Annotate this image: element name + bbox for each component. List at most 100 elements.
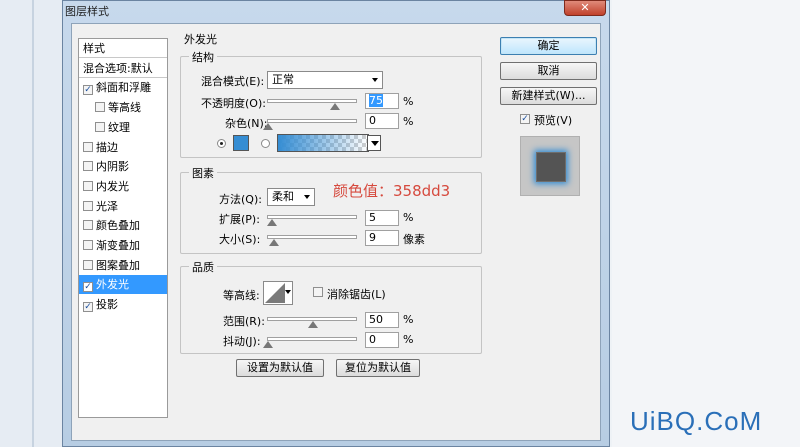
style-checkbox[interactable]: [83, 180, 93, 191]
jitter-slider-thumb[interactable]: [263, 341, 273, 348]
styles-list-item[interactable]: 描边: [79, 138, 167, 157]
noise-slider-thumb[interactable]: [263, 123, 273, 130]
style-label: 内发光: [96, 179, 129, 193]
dialog-client-area: 样式混合选项:默认斜面和浮雕等高线纹理描边内阴影内发光光泽颜色叠加渐变叠加图案叠…: [71, 23, 601, 441]
style-label: 描边: [96, 140, 118, 154]
noise-unit: %: [403, 115, 414, 128]
range-input[interactable]: 50: [365, 312, 399, 328]
opacity-input[interactable]: 75: [365, 93, 399, 109]
jitter-input[interactable]: 0: [365, 332, 399, 348]
style-checkbox[interactable]: [83, 240, 93, 250]
opacity-slider-thumb[interactable]: [330, 103, 340, 110]
make-default-button[interactable]: 设置为默认值: [236, 359, 324, 377]
technique-select[interactable]: 柔和: [267, 188, 315, 206]
gradient-dropdown-button[interactable]: [367, 135, 381, 151]
antialias-checkbox[interactable]: [313, 287, 323, 297]
background-right: [612, 0, 800, 447]
spread-label: 扩展(P):: [219, 213, 260, 226]
styles-list-item[interactable]: 斜面和浮雕: [79, 78, 167, 97]
style-checkbox[interactable]: [83, 161, 93, 172]
styles-list-item[interactable]: 图案叠加: [79, 256, 167, 275]
styles-list-item[interactable]: 内阴影: [79, 157, 167, 176]
solid-color-radio[interactable]: [217, 139, 226, 148]
styles-list-item[interactable]: 内发光: [79, 177, 167, 196]
style-checkbox[interactable]: [95, 121, 105, 132]
background-left: [0, 0, 62, 447]
style-label: 混合选项:默认: [83, 61, 153, 75]
gradient-picker[interactable]: [277, 134, 369, 152]
style-checkbox[interactable]: [95, 102, 105, 113]
style-checkbox[interactable]: [83, 302, 93, 313]
styles-list-item[interactable]: 等高线: [79, 98, 167, 117]
styles-list-item[interactable]: 颜色叠加: [79, 216, 167, 235]
style-label: 光泽: [96, 199, 118, 213]
style-checkbox[interactable]: [83, 220, 93, 231]
size-value: 9: [369, 231, 376, 244]
jitter-unit: %: [403, 333, 414, 346]
range-slider[interactable]: [267, 317, 357, 328]
styles-list-item[interactable]: 渐变叠加: [79, 236, 167, 255]
styles-list-item[interactable]: 投影: [79, 295, 167, 314]
spread-slider[interactable]: [267, 215, 357, 226]
range-unit: %: [403, 313, 414, 326]
structure-group: 结构 混合模式(E): 正常 不透明度(O): 75 % 杂色(N): 0 %: [180, 49, 482, 158]
size-slider[interactable]: [267, 235, 357, 246]
contour-picker[interactable]: [263, 281, 293, 305]
technique-label: 方法(Q):: [219, 193, 262, 206]
noise-input[interactable]: 0: [365, 113, 399, 129]
quality-title: 品质: [189, 259, 217, 275]
reset-default-button[interactable]: 复位为默认值: [336, 359, 420, 377]
size-unit: 像素: [403, 233, 425, 246]
spread-input[interactable]: 5: [365, 210, 399, 226]
style-label: 渐变叠加: [96, 239, 140, 252]
ok-button[interactable]: 确定: [500, 37, 597, 55]
style-preview: [520, 136, 580, 196]
technique-value: 柔和: [272, 190, 294, 203]
style-label: 内阴影: [96, 160, 129, 174]
styles-list-item[interactable]: 混合选项:默认: [79, 59, 167, 78]
blend-mode-value: 正常: [272, 73, 294, 86]
close-button[interactable]: ✕: [564, 0, 606, 16]
blend-mode-select[interactable]: 正常: [267, 71, 383, 89]
glow-color-swatch[interactable]: [233, 135, 249, 151]
styles-list-item[interactable]: 纹理: [79, 118, 167, 137]
opacity-value: 75: [369, 94, 383, 107]
style-label: 图案叠加: [96, 258, 140, 272]
spread-slider-thumb[interactable]: [267, 219, 277, 226]
dialog-title: 图层样式: [65, 5, 109, 18]
style-label: 外发光: [96, 278, 129, 292]
opacity-slider[interactable]: [267, 99, 357, 110]
style-checkbox[interactable]: [83, 282, 93, 293]
preview-label: 预览(V): [534, 114, 573, 127]
elements-group: 图素 方法(Q): 柔和 颜色值：358dd3 扩展(P): 5 % 大小(S)…: [180, 165, 482, 254]
cancel-button[interactable]: 取消: [500, 62, 597, 80]
jitter-value: 0: [369, 333, 376, 346]
structure-title: 结构: [189, 49, 217, 65]
blend-mode-label: 混合模式(E):: [201, 75, 265, 88]
close-icon: ✕: [580, 1, 590, 14]
size-input[interactable]: 9: [365, 230, 399, 246]
style-checkbox[interactable]: [83, 200, 93, 211]
title-bar: 图层样式 ✕: [63, 0, 609, 23]
jitter-slider[interactable]: [263, 337, 357, 348]
range-slider-thumb[interactable]: [308, 321, 318, 328]
noise-slider[interactable]: [263, 119, 357, 130]
size-slider-thumb[interactable]: [269, 239, 279, 246]
preview-checkbox[interactable]: [520, 114, 530, 124]
noise-value: 0: [369, 114, 376, 127]
styles-list-item[interactable]: 光泽: [79, 197, 167, 216]
watermark: UiBQ.CoM: [630, 406, 763, 436]
range-value: 50: [369, 313, 383, 326]
chevron-down-icon: [285, 290, 291, 294]
style-checkbox[interactable]: [83, 141, 93, 152]
opacity-label: 不透明度(O):: [201, 97, 266, 110]
style-checkbox[interactable]: [83, 259, 93, 270]
new-style-button[interactable]: 新建样式(W)...: [500, 87, 597, 105]
styles-list-item[interactable]: 样式: [79, 39, 167, 58]
style-checkbox[interactable]: [83, 85, 93, 96]
chevron-down-icon: [304, 195, 310, 199]
noise-label: 杂色(N):: [225, 117, 268, 130]
styles-list-item[interactable]: 外发光: [79, 275, 167, 295]
style-label: 颜色叠加: [96, 219, 140, 233]
gradient-radio[interactable]: [261, 139, 270, 148]
